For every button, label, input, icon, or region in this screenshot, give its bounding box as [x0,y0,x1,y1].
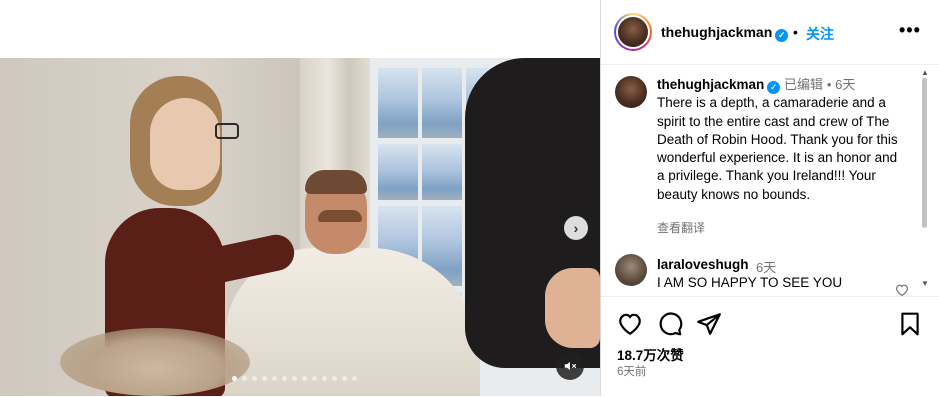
carousel-dot [242,376,247,381]
actor-mustache [318,210,362,222]
comment-like-heart-icon[interactable] [894,284,910,296]
carousel-dot [332,376,337,381]
chevron-right-icon: › [573,220,579,236]
instagram-post-modal: › thehughjackman ✓ • 关注 ••• thehughjackma [0,0,939,396]
scroll-down-arrow-icon[interactable]: ▼ [921,279,929,288]
verified-badge-icon: ✓ [775,29,789,42]
commenter-avatar[interactable] [615,254,647,286]
hairdresser-glasses [215,123,239,139]
carousel-dot [282,376,287,381]
actor-hair [305,170,367,194]
post-header: thehughjackman ✓ • 关注 ••• [601,0,939,65]
comments-scrollbar[interactable]: ▲ ▼ [921,66,929,292]
like-count[interactable]: 18.7万次赞 [617,344,684,364]
see-translation-link[interactable]: 查看翻译 [657,219,705,236]
carousel-dot [342,376,347,381]
hairpiece-foreground [60,328,250,396]
scroll-up-arrow-icon[interactable]: ▲ [921,68,929,77]
bookmark-icon[interactable] [897,311,923,337]
carousel-dot [312,376,317,381]
carousel-dot [352,376,357,381]
carousel-dot [302,376,307,381]
commenter-username[interactable]: laraloveshugh [657,257,749,272]
caption-time[interactable]: 6天 [835,77,855,92]
author-avatar[interactable] [614,13,652,51]
mute-toggle-button[interactable] [556,352,584,380]
carousel-dot [262,376,267,381]
next-slide-button[interactable]: › [564,216,588,240]
foreground-person-hand [545,268,600,348]
scroll-thumb[interactable] [922,78,927,228]
author-username-row: thehughjackman ✓ [661,24,789,42]
comment-time[interactable]: 6天 [756,257,776,276]
hairdresser-head [150,98,220,190]
header-separator: • [793,24,798,40]
follow-button[interactable]: 关注 [806,24,834,44]
edited-label: 已编辑 [784,77,824,92]
carousel-dot [252,376,257,381]
comment-text: I AM SO HAPPY TO SEE YOU [657,275,843,290]
post-sidebar: thehughjackman ✓ • 关注 ••• thehughjackman ✓… [600,0,939,396]
speaker-muted-icon [564,361,577,371]
paper-plane-icon[interactable] [696,311,722,337]
post-media[interactable]: › [0,58,600,396]
caption-avatar[interactable] [615,76,647,108]
carousel-indicator [232,376,357,381]
carousel-dot [292,376,297,381]
more-options-icon[interactable]: ••• [899,20,921,41]
heart-icon[interactable] [617,311,643,337]
post-date[interactable]: 6天前 [617,363,646,379]
carousel-dot [232,376,237,381]
caption-text: There is a depth, a camaraderie and a sp… [657,95,898,202]
verified-badge-icon: ✓ [767,81,781,94]
carousel-dot [322,376,327,381]
post-actions: 18.7万次赞 6天前 [601,296,939,397]
caption-body: thehughjackman ✓ 已编辑 • 6天 There is a dept… [657,76,905,204]
carousel-dot [272,376,277,381]
comment-icon[interactable] [657,311,683,337]
caption-username[interactable]: thehughjackman [657,77,764,92]
caption-separator: • [826,77,832,92]
author-username[interactable]: thehughjackman [661,24,772,40]
